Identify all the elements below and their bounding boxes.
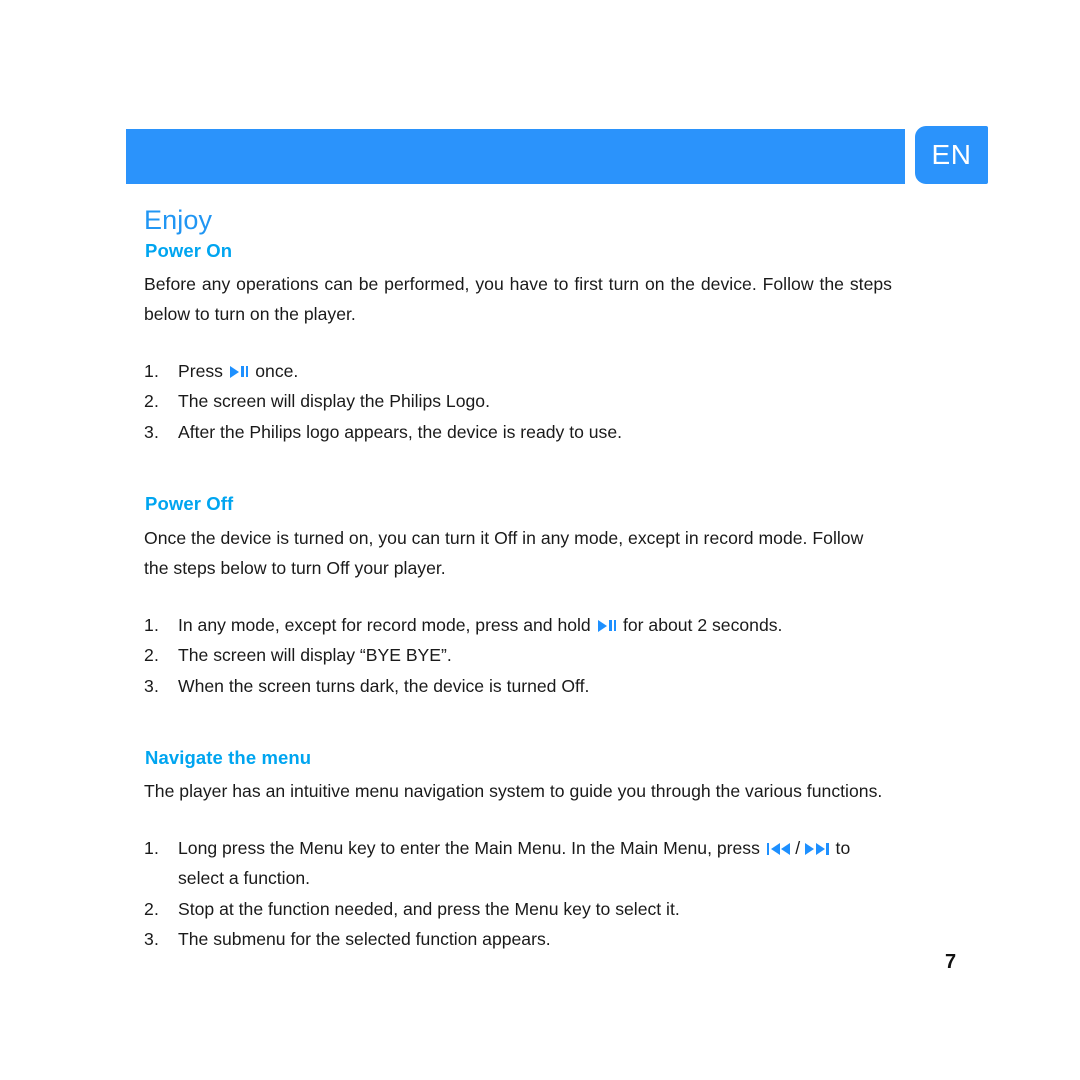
step-number: 1. — [144, 360, 160, 381]
section-heading-navigate-the-menu: Navigate the menu — [145, 747, 312, 769]
steps-list-power-on: 1. Press once. 2. The screen will displa… — [144, 356, 892, 448]
step-text: When the screen turns dark, the device i… — [178, 675, 590, 696]
step-number: 1. — [144, 837, 160, 858]
list-item: 3. The submenu for the selected function… — [144, 924, 892, 955]
icon-separator: / — [795, 837, 801, 858]
step-text-before: Long press the Menu key to enter the Mai… — [178, 837, 765, 858]
step-text: In any mode, except for record mode, pre… — [178, 610, 892, 641]
document-content: Enjoy Power On Before any operations can… — [144, 205, 892, 955]
play-pause-icon — [597, 619, 617, 632]
list-item: 2. The screen will display “BYE BYE”. — [144, 640, 892, 671]
steps-list-navigate-the-menu: 1. Long press the Menu key to enter the … — [144, 833, 892, 955]
step-number: 3. — [144, 929, 160, 950]
step-number: 3. — [144, 421, 160, 442]
header-band — [126, 129, 905, 184]
step-text-before: Press — [178, 360, 228, 381]
page-title: Enjoy — [144, 205, 213, 235]
section-heading-power-off: Power Off — [145, 493, 234, 515]
step-text-before: In any mode, except for record mode, pre… — [178, 614, 596, 635]
step-text: Long press the Menu key to enter the Mai… — [178, 833, 892, 894]
list-item: 3. After the Philips logo appears, the d… — [144, 417, 892, 448]
list-item: 1. In any mode, except for record mode, … — [144, 610, 892, 641]
section-heading-power-on: Power On — [145, 239, 233, 261]
step-text-after: once. — [250, 360, 299, 381]
step-number: 2. — [144, 645, 160, 666]
steps-list-power-off: 1. In any mode, except for record mode, … — [144, 610, 892, 702]
language-tab-label: EN — [931, 139, 972, 170]
next-track-icon — [805, 842, 829, 855]
step-number: 2. — [144, 391, 160, 412]
list-item: 2. The screen will display the Philips L… — [144, 386, 892, 417]
step-number: 2. — [144, 898, 160, 919]
section-intro-power-on: Before any operations can be performed, … — [144, 273, 892, 325]
step-text: The screen will display “BYE BYE”. — [178, 645, 452, 666]
step-text: Press once. — [178, 356, 892, 387]
section-intro-navigate-the-menu: The player has an intuitive menu navigat… — [144, 781, 883, 802]
previous-track-icon — [766, 842, 791, 855]
step-text-after: for about 2 seconds. — [618, 614, 783, 635]
step-number: 1. — [144, 614, 160, 635]
step-text: Stop at the function needed, and press t… — [178, 898, 680, 919]
list-item: 3. When the screen turns dark, the devic… — [144, 671, 892, 702]
list-item: 1. Long press the Menu key to enter the … — [144, 833, 892, 894]
page-number: 7 — [945, 951, 957, 973]
step-number: 3. — [144, 675, 160, 696]
list-item: 1. Press once. — [144, 356, 892, 387]
list-item: 2. Stop at the function needed, and pres… — [144, 894, 892, 925]
step-text: After the Philips logo appears, the devi… — [178, 421, 623, 442]
play-pause-icon — [229, 365, 249, 378]
step-text: The screen will display the Philips Logo… — [178, 391, 490, 412]
language-tab[interactable]: EN — [915, 126, 988, 184]
section-intro-power-off: Once the device is turned on, you can tu… — [144, 527, 864, 579]
step-text: The submenu for the selected function ap… — [178, 929, 551, 950]
